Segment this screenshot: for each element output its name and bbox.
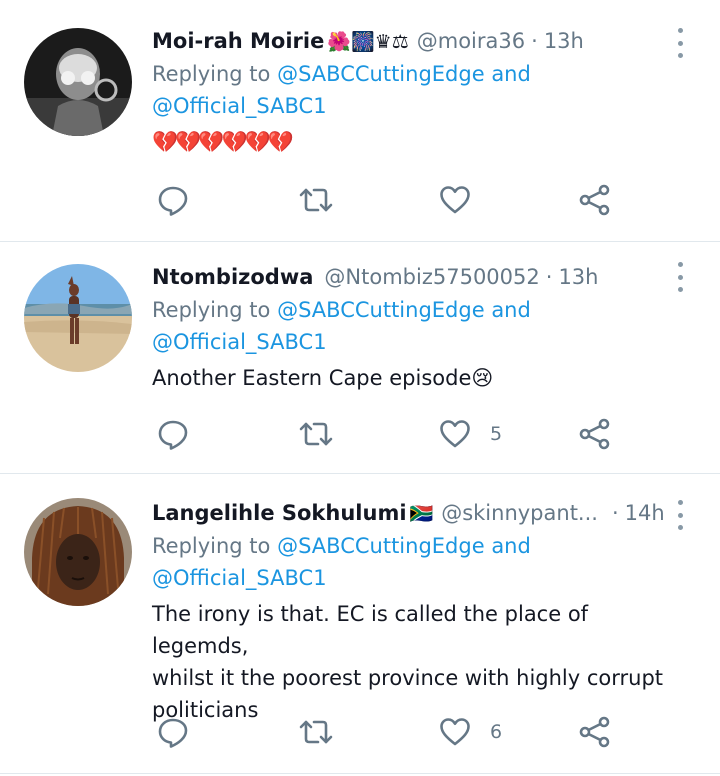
and-word: and xyxy=(484,62,531,86)
replying-prefix: Replying to xyxy=(152,534,278,558)
author-name[interactable]: Moi-rah Moirie xyxy=(152,26,324,56)
separator: · xyxy=(611,501,619,525)
retweet-button[interactable] xyxy=(298,414,334,454)
tweet-item[interactable]: Moi-rah Moirie 🌺🎆♛⚖ @moira36 · 13h Reply… xyxy=(0,0,720,242)
more-icon[interactable] xyxy=(674,500,686,530)
replying-to: Replying to @SABCCuttingEdge and @Offici… xyxy=(152,294,680,358)
share-button[interactable] xyxy=(578,180,612,220)
like-button[interactable]: 5 xyxy=(438,414,502,454)
timestamp: 13h xyxy=(558,265,599,289)
tweet-actions xyxy=(0,180,720,220)
tweet-item[interactable]: Ntombizodwa @Ntombiz57500052 · 13h Reply… xyxy=(0,242,720,474)
retweet-icon xyxy=(299,188,333,212)
share-button[interactable] xyxy=(578,712,612,752)
timestamp: 13h xyxy=(543,29,584,53)
mention-link[interactable]: @Official_SABC1 xyxy=(152,330,327,354)
like-count: 5 xyxy=(490,423,503,445)
share-icon xyxy=(579,716,610,748)
replying-to: Replying to @SABCCuttingEdge and @Offici… xyxy=(152,530,680,594)
like-button[interactable] xyxy=(438,180,490,220)
more-icon[interactable] xyxy=(674,28,686,58)
avatar[interactable] xyxy=(24,264,132,372)
timestamp: 14h xyxy=(624,501,665,525)
author-name[interactable]: Ntombizodwa xyxy=(152,262,313,292)
author-handle[interactable]: @Ntombiz57500052 xyxy=(324,262,539,292)
tweet-header: Ntombizodwa @Ntombiz57500052 · 13h xyxy=(152,262,680,292)
mention-link[interactable]: @SABCCuttingEdge xyxy=(277,298,485,322)
like-icon xyxy=(440,420,470,448)
tweet-text: Another Eastern Cape episode😢 xyxy=(152,366,494,390)
reply-icon xyxy=(158,420,188,450)
author-handle[interactable]: @moira36 xyxy=(417,26,525,56)
retweet-button[interactable] xyxy=(298,712,334,752)
replying-to: Replying to @SABCCuttingEdge and @Offici… xyxy=(152,58,680,122)
reply-icon xyxy=(158,718,188,748)
name-emoji: 🌺🎆♛⚖ xyxy=(327,31,409,53)
replying-prefix: Replying to xyxy=(152,62,278,86)
like-icon xyxy=(440,718,470,746)
share-button[interactable] xyxy=(578,414,612,454)
separator: · xyxy=(531,29,538,53)
reply-button[interactable] xyxy=(156,180,190,220)
retweet-button[interactable] xyxy=(298,180,334,220)
separator: · xyxy=(545,265,553,289)
retweet-icon xyxy=(299,720,333,744)
tweet-actions: 5 xyxy=(0,414,720,454)
more-icon[interactable] xyxy=(674,262,686,292)
mention-link[interactable]: @SABCCuttingEdge xyxy=(277,62,485,86)
author-name[interactable]: Langelihle Sokhulumi xyxy=(152,498,407,528)
mention-link[interactable]: @Official_SABC1 xyxy=(152,94,327,118)
like-button[interactable]: 6 xyxy=(438,712,502,752)
reply-icon xyxy=(158,186,188,216)
avatar[interactable] xyxy=(24,498,132,606)
replying-prefix: Replying to xyxy=(152,298,278,322)
tweet-actions: 6 xyxy=(0,712,720,752)
avatar[interactable] xyxy=(24,28,132,136)
reply-button[interactable] xyxy=(156,712,190,752)
tweet-item[interactable]: Langelihle Sokhulumi 🇿🇦 @skinnypant... ·… xyxy=(0,474,720,774)
tweet-text: The irony is that. EC is called the plac… xyxy=(152,602,664,722)
tweet-header: Langelihle Sokhulumi 🇿🇦 @skinnypant... ·… xyxy=(152,498,680,528)
tweet-header: Moi-rah Moirie 🌺🎆♛⚖ @moira36 · 13h xyxy=(152,26,680,56)
and-word: and xyxy=(484,298,531,322)
tweet-feed: Moi-rah Moirie 🌺🎆♛⚖ @moira36 · 13h Reply… xyxy=(0,0,720,776)
mention-link[interactable]: @SABCCuttingEdge xyxy=(277,534,485,558)
like-icon xyxy=(440,186,470,214)
retweet-icon xyxy=(299,422,333,446)
share-icon xyxy=(579,418,610,450)
mention-link[interactable]: @Official_SABC1 xyxy=(152,566,327,590)
share-icon xyxy=(579,184,610,216)
tweet-text: 💔💔💔💔💔💔 xyxy=(152,130,294,154)
author-handle[interactable]: @skinnypant... xyxy=(441,498,598,528)
and-word: and xyxy=(484,534,531,558)
reply-button[interactable] xyxy=(156,414,190,454)
like-count: 6 xyxy=(490,721,503,743)
name-emoji: 🇿🇦 xyxy=(409,503,434,525)
